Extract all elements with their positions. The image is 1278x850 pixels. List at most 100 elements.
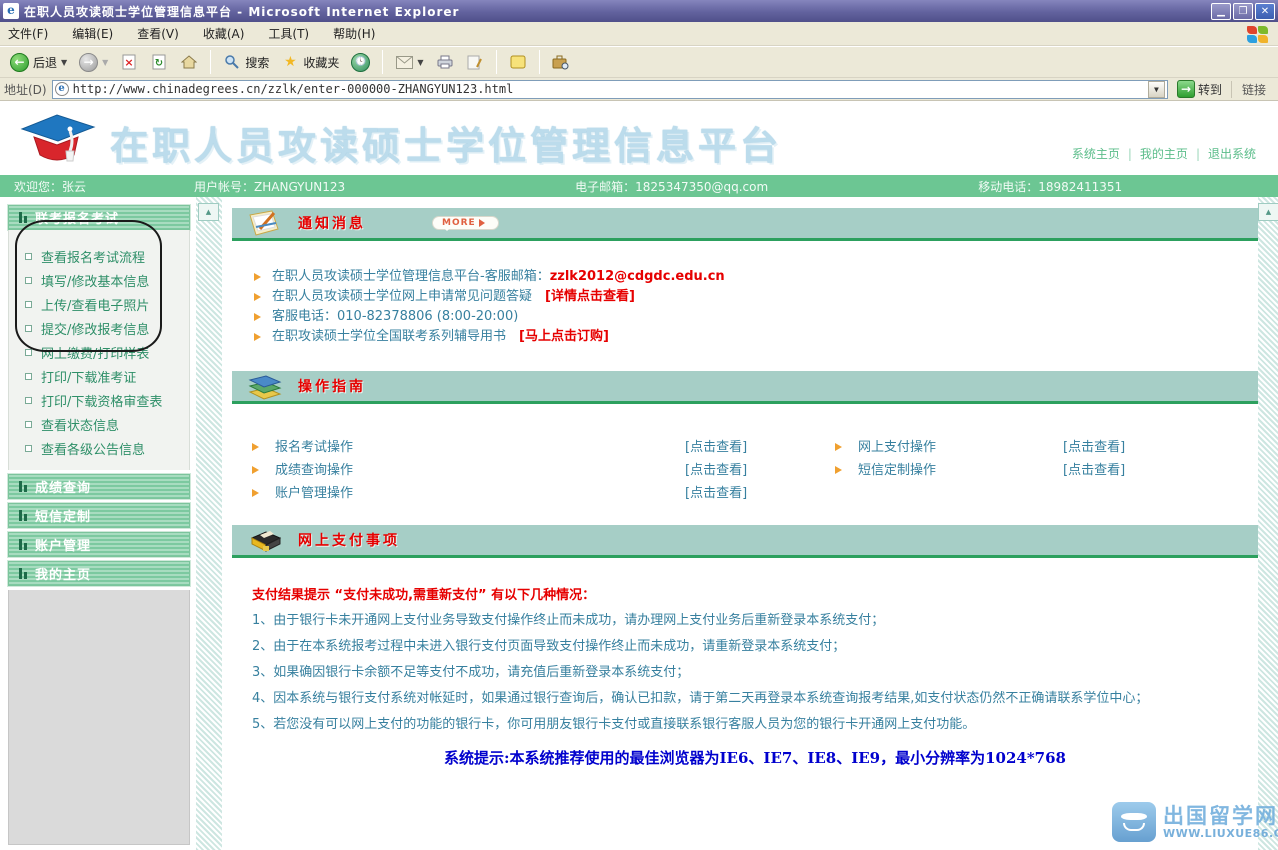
- mail-button[interactable]: ▼: [391, 51, 427, 73]
- site-title: 在职人员攻读硕士学位管理信息平台: [110, 115, 782, 170]
- sidebar-filler: [8, 590, 190, 845]
- mail-dropdown-icon[interactable]: ▼: [417, 58, 423, 67]
- sidebar-section-lianka0[interactable]: 联考报名考试: [8, 205, 190, 230]
- sidebar-section-sms[interactable]: 短信定制: [8, 503, 190, 528]
- svg-text:↻: ↻: [155, 58, 163, 69]
- notice-item[interactable]: 客服电话：010-82378806 (8:00-20:00): [254, 309, 1258, 325]
- toolbar-separator: [382, 50, 383, 74]
- sidebar-section-account[interactable]: 账户管理: [8, 532, 190, 557]
- account-text: 用户帐号：ZHANGYUN123: [194, 178, 345, 195]
- notice-item[interactable]: 在职攻读硕士学位全国联考系列辅导用书 [马上点击订购]: [254, 329, 1258, 345]
- search-button[interactable]: 搜索: [219, 51, 273, 73]
- menu-favorites[interactable]: 收藏(A): [203, 25, 245, 42]
- sidebar-item-print-review[interactable]: 打印/下载资格审查表: [9, 388, 189, 412]
- sidebar-section-label: 联考报名考试: [35, 208, 119, 227]
- books-icon: [246, 372, 284, 400]
- back-dropdown-icon[interactable]: ▼: [61, 58, 67, 67]
- square-bullet-icon: [25, 373, 32, 380]
- sidebar-divider-strip: ▲: [196, 197, 222, 850]
- guide-item-label[interactable]: 账户管理操作: [275, 482, 685, 501]
- restore-button[interactable]: ❐: [1233, 3, 1253, 20]
- notice-item[interactable]: 在职人员攻读硕士学位管理信息平台-客服邮箱：zzlk2012@cdgdc.edu…: [254, 269, 1258, 285]
- minimize-button[interactable]: ▁: [1211, 3, 1231, 20]
- more-label: MORE: [442, 218, 476, 228]
- sidebar-item-submit-info[interactable]: 提交/修改报考信息: [9, 316, 189, 340]
- nav-system-home[interactable]: 系统主页: [1072, 145, 1120, 162]
- payment-item: 1、由于银行卡未开通网上支付业务导致支付操作终止而未成功，请办理网上支付业务后重…: [252, 613, 1258, 629]
- refresh-button[interactable]: ↻: [146, 51, 172, 73]
- orange-bullet-icon: [252, 466, 263, 474]
- more-button[interactable]: MORE: [432, 216, 499, 230]
- payment-section-header: 网上支付事项: [232, 525, 1258, 558]
- collapse-up-icon[interactable]: ▲: [198, 203, 219, 221]
- collapse-up-icon[interactable]: ▲: [1258, 203, 1278, 221]
- back-label: 后退: [33, 54, 57, 71]
- guide-view-link[interactable]: [点击查看]: [1063, 436, 1183, 455]
- guide-item-label[interactable]: 短信定制操作: [858, 459, 1063, 478]
- guide-view-link[interactable]: [点击查看]: [1063, 459, 1183, 478]
- payment-intro: 支付结果提示 “支付未成功,需重新支付” 有以下几种情况：: [252, 584, 1258, 603]
- history-button[interactable]: 🕓: [347, 51, 374, 74]
- address-input[interactable]: e http://www.chinadegrees.cn/zzlk/enter-…: [52, 80, 1168, 99]
- menu-tools[interactable]: 工具(T): [268, 25, 309, 42]
- sidebar-section-myhome[interactable]: 我的主页: [8, 561, 190, 586]
- nav-my-home[interactable]: 我的主页: [1140, 145, 1188, 162]
- guide-item-label[interactable]: 网上支付操作: [858, 436, 1063, 455]
- guide-view-link[interactable]: [点击查看]: [685, 459, 835, 478]
- sidebar-menu: 查看报名考试流程 填写/修改基本信息 上传/查看电子照片 提交/修改报考信息 网…: [8, 230, 190, 470]
- sidebar-item-label: 网上缴费/打印样表: [41, 343, 149, 362]
- sidebar-item-view-flow[interactable]: 查看报名考试流程: [9, 244, 189, 268]
- menu-edit[interactable]: 编辑(E): [72, 25, 113, 42]
- address-dropdown-icon[interactable]: ▼: [1148, 81, 1165, 98]
- discuss-button[interactable]: [505, 51, 531, 73]
- menu-file[interactable]: 文件(F): [8, 25, 48, 42]
- edit-button[interactable]: [462, 51, 488, 73]
- email-text: 电子邮箱：1825347350@qq.com: [575, 178, 768, 195]
- notice-highlight[interactable]: [详情点击查看]: [545, 289, 635, 304]
- sidebar-section-label: 短信定制: [35, 506, 91, 525]
- guide-item-label[interactable]: 报名考试操作: [275, 436, 685, 455]
- notice-item[interactable]: 在职人员攻读硕士学位网上申请常见问题答疑 [详情点击查看]: [254, 289, 1258, 305]
- forward-button[interactable]: → ▼: [75, 51, 112, 74]
- sidebar-item-view-announcements[interactable]: 查看各级公告信息: [9, 436, 189, 460]
- menu-view[interactable]: 查看(V): [137, 25, 179, 42]
- links-label[interactable]: 链接: [1231, 81, 1274, 98]
- toolbar-separator: [210, 50, 211, 74]
- guide-row: 成绩查询操作 [点击查看] 短信定制操作 [点击查看]: [252, 457, 1258, 480]
- refresh-icon: ↻: [150, 53, 168, 71]
- nav-logout[interactable]: 退出系统: [1208, 145, 1256, 162]
- guide-view-link[interactable]: [点击查看]: [685, 482, 835, 501]
- sidebar-item-fill-info[interactable]: 填写/修改基本信息: [9, 268, 189, 292]
- back-button[interactable]: ← 后退 ▼: [6, 51, 71, 74]
- favorites-label: 收藏夹: [303, 54, 339, 71]
- favorites-star-icon: ★: [281, 53, 299, 71]
- sidebar-item-label: 提交/修改报考信息: [41, 319, 149, 338]
- notice-highlight[interactable]: zzlk2012@cdgdc.edu.cn: [550, 269, 725, 284]
- research-button[interactable]: [548, 51, 574, 73]
- nav-separator: |: [1128, 147, 1132, 161]
- forward-dropdown-icon: ▼: [102, 58, 108, 67]
- sidebar-item-view-status[interactable]: 查看状态信息: [9, 412, 189, 436]
- go-button[interactable]: → 转到: [1173, 80, 1226, 98]
- print-button[interactable]: [432, 51, 458, 73]
- orange-bullet-icon: [254, 273, 265, 281]
- favorites-button[interactable]: ★ 收藏夹: [277, 51, 343, 73]
- watermark-site: WWW.LIUXUE86.COM: [1163, 827, 1278, 840]
- sidebar-item-print-ticket[interactable]: 打印/下载准考证: [9, 364, 189, 388]
- sidebar-item-upload-photo[interactable]: 上传/查看电子照片: [9, 292, 189, 316]
- menu-help[interactable]: 帮助(H): [333, 25, 375, 42]
- guide-view-link[interactable]: [点击查看]: [685, 436, 835, 455]
- menu-bar: 文件(F) 编辑(E) 查看(V) 收藏(A) 工具(T) 帮助(H): [0, 22, 1278, 46]
- close-button[interactable]: ✕: [1255, 3, 1275, 20]
- section-bars-icon: [19, 481, 27, 492]
- guide-item-label[interactable]: 成绩查询操作: [275, 459, 685, 478]
- main-content: 通知消息 MORE 在职人员攻读硕士学位管理信息平台-客服邮箱：zzlk2012…: [232, 197, 1258, 850]
- stop-button[interactable]: ×: [116, 51, 142, 73]
- notice-text: 在职人员攻读硕士学位管理信息平台-客服邮箱：: [272, 269, 550, 284]
- notices-title: 通知消息: [298, 213, 366, 233]
- home-button[interactable]: [176, 51, 202, 73]
- notice-highlight[interactable]: [马上点击订购]: [519, 329, 609, 344]
- nav-separator: |: [1196, 147, 1200, 161]
- sidebar-item-pay-online[interactable]: 网上缴费/打印样表: [9, 340, 189, 364]
- sidebar-section-scores[interactable]: 成绩查询: [8, 474, 190, 499]
